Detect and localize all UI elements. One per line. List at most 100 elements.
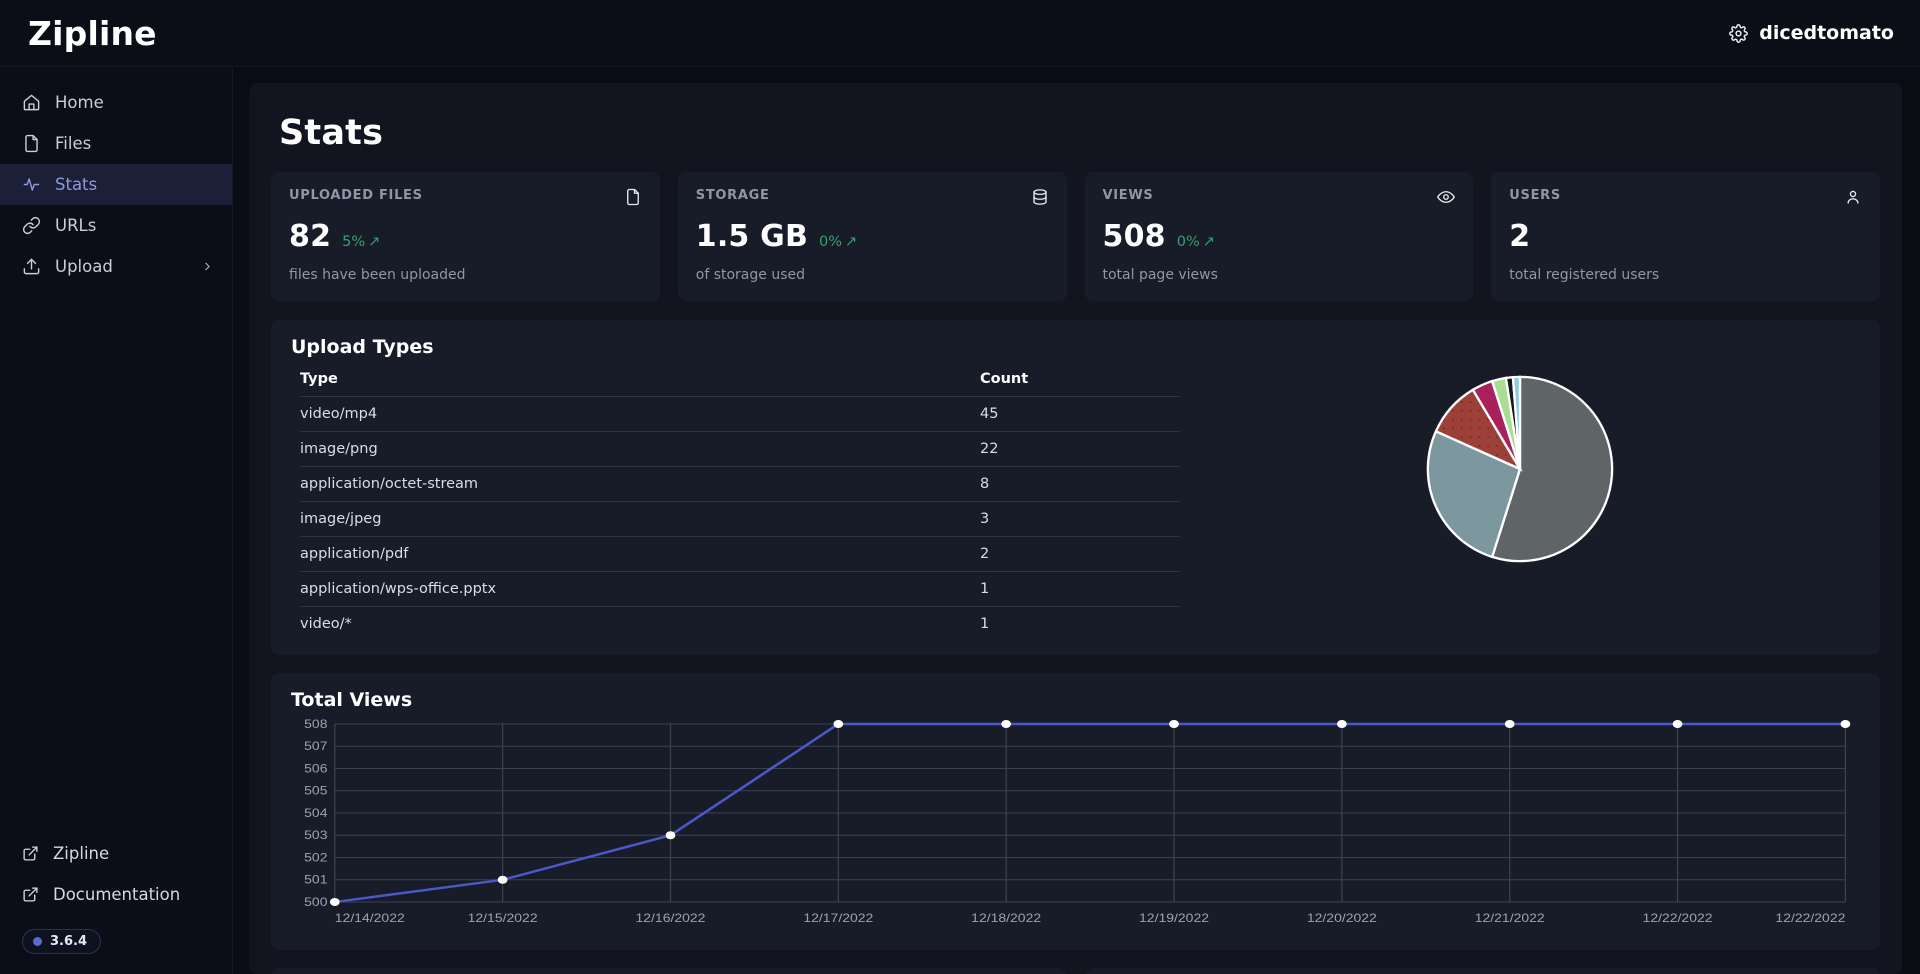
card-header: VIEWS	[1103, 188, 1456, 206]
card-subtitle: total page views	[1102, 267, 1218, 283]
x-axis-tick-label: 12/16/2022	[635, 911, 705, 924]
table-row: application/octet-stream 8	[300, 466, 1180, 502]
sidebar-item-label: Home	[55, 93, 104, 112]
bottom-panels-row: Total Uploads Storage Usage	[271, 968, 1880, 974]
data-point-marker	[1337, 720, 1347, 728]
y-axis-tick-label: 501	[304, 873, 327, 886]
body-split: Home Files Stats URLs Upload Zipline Doc…	[0, 67, 1920, 974]
table-body: video/mp4 45 image/png 22 application/oc…	[300, 396, 1180, 642]
column-header-count: Count	[980, 365, 1180, 397]
stat-card-uploaded-files: UPLOADED FILES 82 5% ↗ files have been u…	[271, 172, 660, 301]
file-icon	[626, 188, 639, 206]
cell-count: 1	[980, 616, 990, 632]
activity-icon	[23, 178, 40, 191]
y-axis-tick-label: 508	[304, 718, 327, 731]
x-axis-tick-label: 12/14/2022	[335, 911, 405, 924]
chevron-right-icon[interactable]	[201, 260, 214, 273]
trend-up-icon: ↗	[368, 234, 381, 250]
total-views-section: Total Views 508 507 506 505 504 503 502 501 500 1…	[271, 673, 1880, 950]
version-dot-icon	[33, 937, 42, 946]
home-icon	[23, 94, 40, 111]
card-value-row: 1.5 GB 0% ↗	[696, 219, 1049, 254]
card-header: UPLOADED FILES	[289, 188, 642, 206]
version-badge[interactable]: 3.6.4	[22, 929, 102, 954]
sidebar-item-home[interactable]: Home	[0, 82, 232, 123]
upload-types-section: Upload Types Type Count video/mp4 45 ima…	[271, 320, 1880, 655]
upload-types-table-wrap: Type Count video/mp4 45 image/png 22 app…	[300, 365, 1180, 641]
sidebar-footer-label: Zipline	[53, 844, 110, 863]
cell-type: video/mp4	[300, 396, 980, 432]
total-views-chart-box: 508 507 506 505 504 503 502 501 500 12/14/2022 12/…	[291, 718, 1860, 936]
sidebar-item-urls[interactable]: URLs	[0, 205, 232, 246]
card-delta-value: 0%	[1176, 234, 1200, 250]
x-axis-tick-label: 12/18/2022	[971, 911, 1041, 924]
x-axis-tick-label: 12/20/2022	[1307, 911, 1377, 924]
sidebar-item-files[interactable]: Files	[0, 123, 232, 164]
gear-icon[interactable]	[1729, 23, 1749, 43]
cell-type: application/wps-office.pptx	[300, 571, 980, 607]
user-icon	[1847, 190, 1859, 204]
cell-type: image/png	[300, 431, 980, 467]
stat-cards: UPLOADED FILES 82 5% ↗ files have been u…	[271, 172, 1880, 301]
section-title: Total Views	[291, 689, 413, 711]
external-link-icon	[23, 887, 38, 902]
user-menu[interactable]: dicedtomato	[1729, 22, 1894, 44]
section-title: Upload Types	[291, 336, 434, 358]
card-value: 2	[1509, 219, 1531, 254]
table-head: Type Count	[300, 365, 1180, 397]
card-delta: 5% ↗	[342, 234, 380, 250]
card-title: VIEWS	[1102, 188, 1154, 203]
card-subtitle: of storage used	[695, 267, 805, 283]
table-row: video/* 1	[300, 607, 1180, 642]
content-panel: Stats UPLOADED FILES 8 2 5% ↗ files have …	[249, 83, 1902, 974]
external-link-icon	[23, 846, 38, 861]
card-title: USERS	[1509, 188, 1561, 203]
sidebar: Home Files Stats URLs Upload Zipline Doc…	[0, 67, 233, 974]
card-delta: 0% ↗	[1177, 234, 1215, 250]
y-axis-tick-label: 506	[304, 762, 327, 775]
app-root: Zipline dicedtomato Home Files Stats URL…	[0, 0, 1920, 974]
sidebar-footer-link-zipline[interactable]: Zipline	[0, 833, 232, 874]
card-subtitle: total registered users	[1509, 267, 1660, 283]
sidebar-item-upload[interactable]: Upload	[0, 246, 232, 287]
table-header-row: Type Count	[300, 365, 1180, 397]
main-area: Stats UPLOADED FILES 8 2 5% ↗ files have …	[233, 67, 1920, 974]
data-point-marker	[833, 720, 844, 728]
cell-type: application/pdf	[300, 536, 980, 572]
storage-usage-panel: Storage Usage	[1085, 968, 1880, 974]
card-delta: 0% ↗	[819, 234, 857, 250]
x-axis-tick-label: 12/22/2022	[1643, 911, 1713, 924]
x-axis-tick-label: 12/17/2022	[803, 911, 873, 924]
data-point-marker	[1001, 720, 1012, 728]
cell-type: video/*	[300, 616, 352, 632]
link-icon	[22, 216, 41, 235]
brand-logo[interactable]: Zipline	[28, 14, 157, 53]
cell-type: application/octet-stream	[300, 466, 980, 502]
sidebar-item-stats[interactable]: Stats	[0, 164, 232, 205]
data-point-marker	[1672, 720, 1683, 728]
cell-count: 45	[980, 396, 1180, 432]
card-value-row: 508 0% ↗	[1103, 219, 1456, 254]
file-icon	[25, 134, 38, 153]
upload-types-table: Type Count video/mp4 45 image/png 22 app…	[300, 365, 1180, 641]
cell-count: 8	[980, 466, 1180, 502]
data-point-marker	[497, 875, 508, 884]
page-title: Stats	[279, 113, 384, 153]
database-icon	[1032, 189, 1047, 205]
cell-count: 2	[980, 536, 1180, 572]
sidebar-footer-label: Documentation	[53, 885, 181, 904]
data-point-marker	[665, 831, 676, 840]
card-header: STORAGE	[696, 188, 1049, 206]
column-header-type: Type	[300, 365, 980, 397]
username-label: dicedtomato	[1759, 22, 1894, 44]
trend-up-icon: ↗	[845, 234, 858, 250]
upload-types-pie-chart	[1426, 375, 1614, 563]
y-axis-tick-label: 503	[304, 828, 327, 841]
sidebar-footer-link-documentation[interactable]: Documentation	[0, 874, 232, 915]
card-value: 1.5 GB	[695, 219, 809, 254]
table-row: application/wps-office.pptx 1	[300, 571, 1180, 607]
sidebar-item-label: Upload	[55, 257, 113, 276]
cell-count: 22	[980, 431, 1180, 467]
total-uploads-panel: Total Uploads	[271, 968, 1066, 974]
stat-card-storage: STORAGE 1.5 GB 0% ↗ of storage used	[677, 172, 1067, 301]
